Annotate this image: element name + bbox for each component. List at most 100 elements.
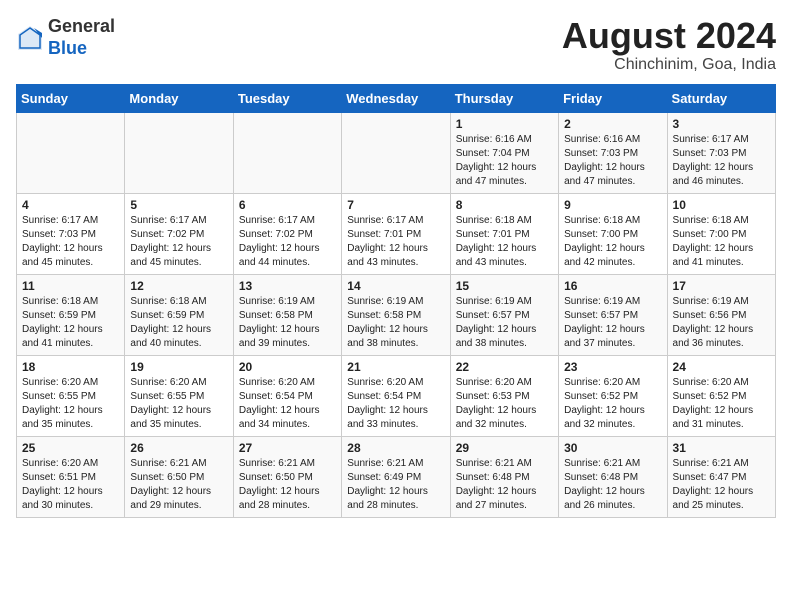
calendar-cell: 29 Sunrise: 6:21 AM Sunset: 6:48 PM Dayli…	[450, 436, 558, 517]
logo: General Blue	[16, 16, 115, 59]
day-number: 28	[347, 441, 444, 455]
day-number: 14	[347, 279, 444, 293]
calendar-week-row: 1Sunrise: 6:16 AM Sunset: 7:04 PM Daylig…	[17, 112, 776, 193]
day-info: Sunrise: 6:18 AM Sunset: 6:59 PM Dayligh…	[130, 295, 227, 351]
day-info: Sunrise: 6:18 AM Sunset: 7:00 PM Dayligh…	[564, 214, 661, 270]
calendar-cell: 18 Sunrise: 6:20 AM Sunset: 6:55 PM Dayli…	[17, 355, 125, 436]
calendar-cell: 25Sunrise: 6:20 AM Sunset: 6:51 PM Dayli…	[17, 436, 125, 517]
day-number: 9	[564, 198, 661, 212]
calendar-body: 1Sunrise: 6:16 AM Sunset: 7:04 PM Daylig…	[17, 112, 776, 517]
day-info: Sunrise: 6:21 AM Sunset: 6:50 PM Dayligh…	[130, 457, 227, 513]
calendar-cell: 27Sunrise: 6:21 AM Sunset: 6:50 PM Dayli…	[233, 436, 341, 517]
weekday-header: Monday	[125, 84, 233, 112]
day-info: Sunrise: 6:16 AM Sunset: 7:04 PM Dayligh…	[456, 133, 553, 189]
calendar-cell: 23 Sunrise: 6:20 AM Sunset: 6:52 PM Dayli…	[559, 355, 667, 436]
title-block: August 2024 Chinchinim, Goa, India	[562, 16, 776, 74]
day-number: 30	[564, 441, 661, 455]
calendar-cell: 31 Sunrise: 6:21 AM Sunset: 6:47 PM Dayli…	[667, 436, 775, 517]
day-info: Sunrise: 6:17 AM Sunset: 7:02 PM Dayligh…	[130, 214, 227, 270]
calendar-cell: 5Sunrise: 6:17 AM Sunset: 7:02 PM Daylig…	[125, 193, 233, 274]
calendar-cell: 24 Sunrise: 6:20 AM Sunset: 6:52 PM Dayli…	[667, 355, 775, 436]
day-number: 24	[673, 360, 770, 374]
day-number: 29	[456, 441, 553, 455]
day-info: Sunrise: 6:19 AM Sunset: 6:58 PM Dayligh…	[347, 295, 444, 351]
calendar-cell: 4 Sunrise: 6:17 AM Sunset: 7:03 PM Daylig…	[17, 193, 125, 274]
calendar-header: SundayMondayTuesdayWednesdayThursdayFrid…	[17, 84, 776, 112]
calendar-cell: 21 Sunrise: 6:20 AM Sunset: 6:54 PM Dayli…	[342, 355, 450, 436]
calendar-subtitle: Chinchinim, Goa, India	[562, 56, 776, 74]
day-number: 18	[22, 360, 119, 374]
calendar-cell: 30 Sunrise: 6:21 AM Sunset: 6:48 PM Dayli…	[559, 436, 667, 517]
day-number: 10	[673, 198, 770, 212]
calendar-cell: 13 Sunrise: 6:19 AM Sunset: 6:58 PM Dayli…	[233, 274, 341, 355]
day-info: Sunrise: 6:18 AM Sunset: 7:01 PM Dayligh…	[456, 214, 553, 270]
calendar-week-row: 11 Sunrise: 6:18 AM Sunset: 6:59 PM Dayli…	[17, 274, 776, 355]
weekday-header: Wednesday	[342, 84, 450, 112]
day-number: 8	[456, 198, 553, 212]
day-info: Sunrise: 6:20 AM Sunset: 6:55 PM Dayligh…	[22, 376, 119, 432]
day-number: 11	[22, 279, 119, 293]
day-number: 22	[456, 360, 553, 374]
calendar-cell: 3Sunrise: 6:17 AM Sunset: 7:03 PM Daylig…	[667, 112, 775, 193]
day-info: Sunrise: 6:18 AM Sunset: 7:00 PM Dayligh…	[673, 214, 770, 270]
day-info: Sunrise: 6:20 AM Sunset: 6:55 PM Dayligh…	[130, 376, 227, 432]
calendar-cell: 17 Sunrise: 6:19 AM Sunset: 6:56 PM Dayli…	[667, 274, 775, 355]
day-number: 20	[239, 360, 336, 374]
calendar-cell: 22Sunrise: 6:20 AM Sunset: 6:53 PM Dayli…	[450, 355, 558, 436]
weekday-header: Saturday	[667, 84, 775, 112]
day-info: Sunrise: 6:19 AM Sunset: 6:56 PM Dayligh…	[673, 295, 770, 351]
day-info: Sunrise: 6:19 AM Sunset: 6:58 PM Dayligh…	[239, 295, 336, 351]
day-number: 23	[564, 360, 661, 374]
day-info: Sunrise: 6:21 AM Sunset: 6:48 PM Dayligh…	[564, 457, 661, 513]
calendar-cell: 9 Sunrise: 6:18 AM Sunset: 7:00 PM Daylig…	[559, 193, 667, 274]
day-info: Sunrise: 6:21 AM Sunset: 6:47 PM Dayligh…	[673, 457, 770, 513]
calendar-cell	[233, 112, 341, 193]
calendar-title: August 2024	[562, 16, 776, 56]
day-number: 13	[239, 279, 336, 293]
day-number: 7	[347, 198, 444, 212]
calendar-cell	[125, 112, 233, 193]
day-number: 16	[564, 279, 661, 293]
calendar-week-row: 4 Sunrise: 6:17 AM Sunset: 7:03 PM Daylig…	[17, 193, 776, 274]
day-number: 4	[22, 198, 119, 212]
day-info: Sunrise: 6:20 AM Sunset: 6:54 PM Dayligh…	[347, 376, 444, 432]
day-number: 17	[673, 279, 770, 293]
calendar-cell: 20Sunrise: 6:20 AM Sunset: 6:54 PM Dayli…	[233, 355, 341, 436]
day-info: Sunrise: 6:17 AM Sunset: 7:02 PM Dayligh…	[239, 214, 336, 270]
day-number: 26	[130, 441, 227, 455]
day-number: 6	[239, 198, 336, 212]
day-info: Sunrise: 6:21 AM Sunset: 6:48 PM Dayligh…	[456, 457, 553, 513]
calendar-cell: 19Sunrise: 6:20 AM Sunset: 6:55 PM Dayli…	[125, 355, 233, 436]
calendar-cell: 28 Sunrise: 6:21 AM Sunset: 6:49 PM Dayli…	[342, 436, 450, 517]
day-info: Sunrise: 6:17 AM Sunset: 7:01 PM Dayligh…	[347, 214, 444, 270]
day-number: 21	[347, 360, 444, 374]
logo-icon	[16, 24, 44, 52]
calendar-cell: 2 Sunrise: 6:16 AM Sunset: 7:03 PM Daylig…	[559, 112, 667, 193]
day-number: 31	[673, 441, 770, 455]
day-info: Sunrise: 6:20 AM Sunset: 6:52 PM Dayligh…	[564, 376, 661, 432]
day-info: Sunrise: 6:20 AM Sunset: 6:52 PM Dayligh…	[673, 376, 770, 432]
calendar-cell: 11Sunrise: 6:18 AM Sunset: 6:59 PM Dayli…	[17, 274, 125, 355]
calendar-cell: 6 Sunrise: 6:17 AM Sunset: 7:02 PM Daylig…	[233, 193, 341, 274]
weekday-header: Friday	[559, 84, 667, 112]
calendar-cell: 10 Sunrise: 6:18 AM Sunset: 7:00 PM Dayli…	[667, 193, 775, 274]
day-number: 15	[456, 279, 553, 293]
day-info: Sunrise: 6:21 AM Sunset: 6:49 PM Dayligh…	[347, 457, 444, 513]
day-info: Sunrise: 6:16 AM Sunset: 7:03 PM Dayligh…	[564, 133, 661, 189]
weekday-header: Tuesday	[233, 84, 341, 112]
day-number: 2	[564, 117, 661, 131]
day-info: Sunrise: 6:19 AM Sunset: 6:57 PM Dayligh…	[456, 295, 553, 351]
day-info: Sunrise: 6:20 AM Sunset: 6:51 PM Dayligh…	[22, 457, 119, 513]
day-number: 27	[239, 441, 336, 455]
day-info: Sunrise: 6:17 AM Sunset: 7:03 PM Dayligh…	[22, 214, 119, 270]
calendar-cell: 1Sunrise: 6:16 AM Sunset: 7:04 PM Daylig…	[450, 112, 558, 193]
page-header: General Blue August 2024 Chinchinim, Goa…	[16, 16, 776, 74]
calendar-week-row: 25Sunrise: 6:20 AM Sunset: 6:51 PM Dayli…	[17, 436, 776, 517]
weekday-header: Thursday	[450, 84, 558, 112]
calendar-cell: 26 Sunrise: 6:21 AM Sunset: 6:50 PM Dayli…	[125, 436, 233, 517]
weekday-header: Sunday	[17, 84, 125, 112]
calendar-table: SundayMondayTuesdayWednesdayThursdayFrid…	[16, 84, 776, 518]
day-number: 3	[673, 117, 770, 131]
logo-text: General Blue	[48, 16, 115, 59]
calendar-cell: 14 Sunrise: 6:19 AM Sunset: 6:58 PM Dayli…	[342, 274, 450, 355]
